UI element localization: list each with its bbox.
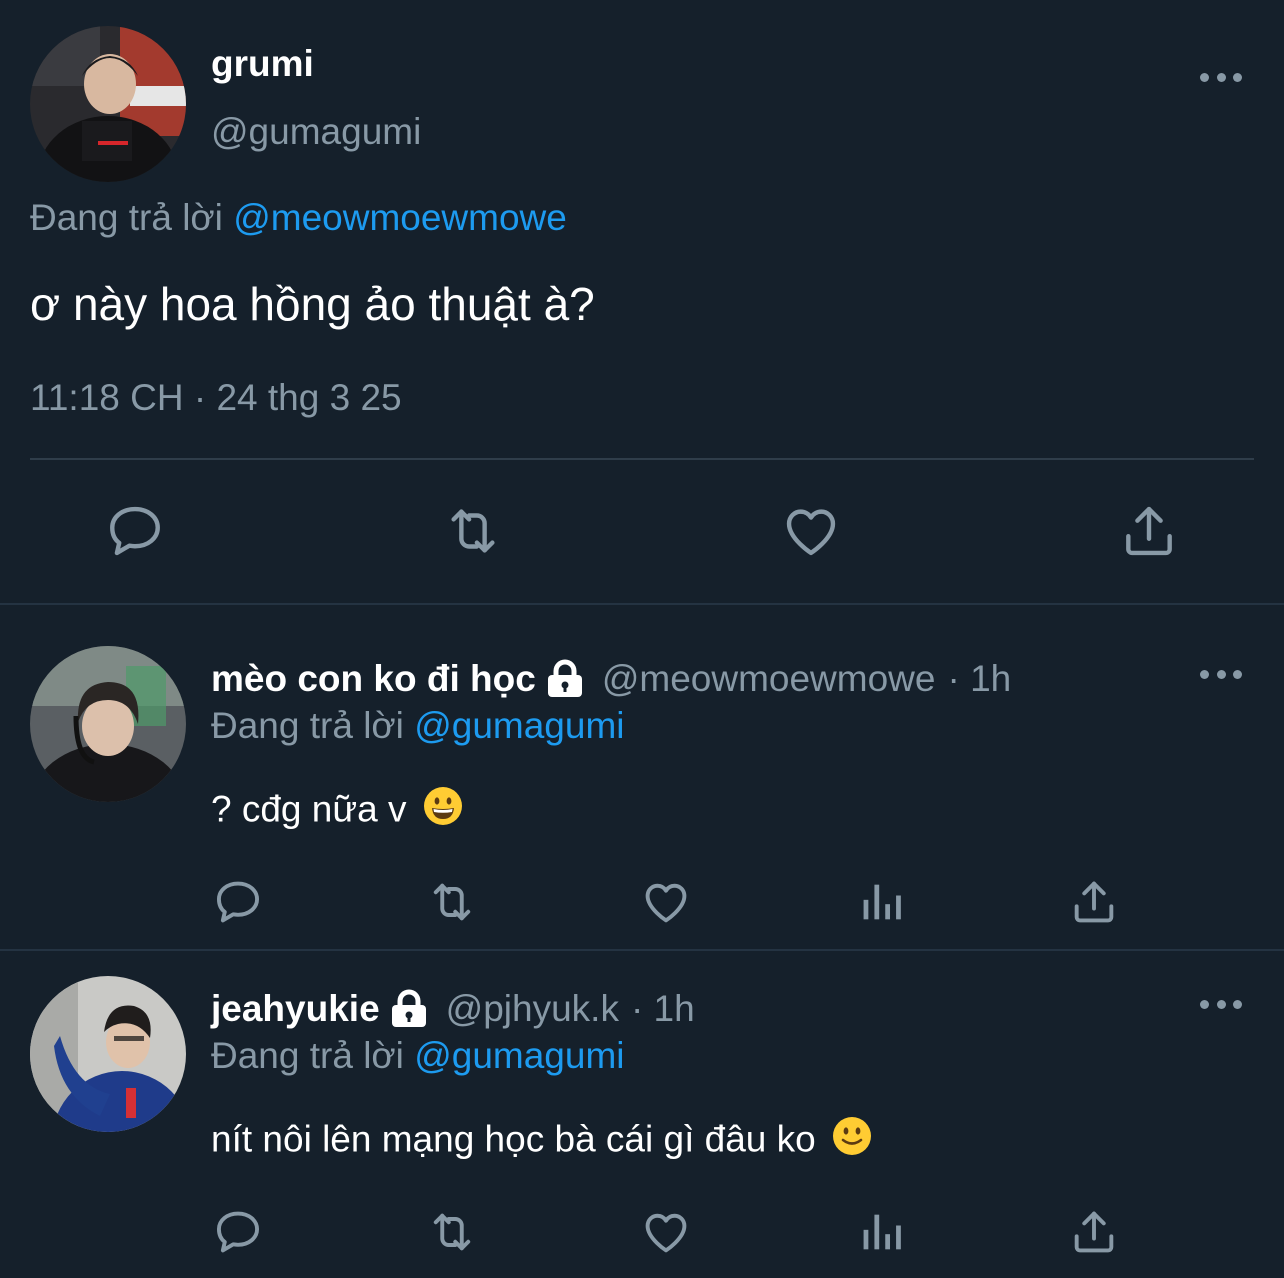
reply-header: mèo con ko đi học @meowmoewmowe · 1h [211, 655, 1011, 703]
like-icon[interactable] [640, 1206, 692, 1258]
mention-link[interactable]: @gumagumi [414, 705, 624, 746]
replying-to-line: Đang trả lời @gumagumi [211, 703, 625, 749]
lock-icon [544, 659, 586, 699]
lock-icon [388, 989, 430, 1029]
time-ago[interactable]: · 1h [947, 658, 1011, 700]
reply-text-line: ? cđg nữa v [211, 786, 463, 837]
display-name[interactable]: jeahyukie [211, 988, 380, 1030]
action-divider [30, 458, 1254, 460]
handle[interactable]: @meowmoewmowe [602, 658, 936, 700]
slightly-smiling-face-emoji [832, 1116, 872, 1167]
replying-to-line: Đang trả lời @gumagumi [211, 1033, 625, 1079]
more-options-icon[interactable] [1200, 667, 1242, 681]
reply-icon[interactable] [104, 500, 166, 562]
reply-icon[interactable] [212, 1206, 264, 1258]
share-icon[interactable] [1068, 876, 1120, 928]
share-icon[interactable] [1068, 1206, 1120, 1258]
mention-link[interactable]: @gumagumi [414, 1035, 624, 1076]
handle[interactable]: @gumagumi [211, 110, 421, 154]
display-name[interactable]: grumi [211, 42, 314, 86]
tweet-divider [0, 603, 1284, 605]
replying-to-line: Đang trả lời @meowmoewmowe [30, 196, 567, 240]
retweet-icon[interactable] [424, 876, 480, 928]
replying-label: Đang trả lời [211, 1035, 404, 1076]
like-icon[interactable] [780, 500, 842, 562]
reply-text-line: nít nôi lên mạng học bà cái gì đâu ko [211, 1116, 872, 1167]
avatar[interactable] [30, 646, 186, 802]
reply-header: jeahyukie @pjhyuk.k · 1h [211, 985, 695, 1033]
reply-text: ? cđg nữa v [211, 788, 407, 830]
more-options-icon[interactable] [1200, 70, 1242, 84]
share-icon[interactable] [1118, 500, 1180, 562]
avatar[interactable] [30, 26, 186, 182]
avatar[interactable] [30, 976, 186, 1132]
grinning-face-emoji [423, 786, 463, 837]
timestamp[interactable]: 11:18 CH · 24 thg 3 25 [30, 376, 402, 420]
reply-text: nít nôi lên mạng học bà cái gì đâu ko [211, 1118, 816, 1160]
reply-icon[interactable] [212, 876, 264, 928]
more-options-icon[interactable] [1200, 997, 1242, 1011]
replying-label: Đang trả lời [30, 197, 223, 238]
analytics-icon[interactable] [856, 1206, 908, 1258]
retweet-icon[interactable] [424, 1206, 480, 1258]
retweet-icon[interactable] [440, 500, 506, 562]
analytics-icon[interactable] [856, 876, 908, 928]
tweet-divider [0, 949, 1284, 951]
tweet-text: ơ này hoa hồng ảo thuật à? [30, 278, 595, 330]
replying-label: Đang trả lời [211, 705, 404, 746]
like-icon[interactable] [640, 876, 692, 928]
time-ago[interactable]: · 1h [631, 988, 695, 1030]
mention-link[interactable]: @meowmoewmowe [233, 197, 567, 238]
display-name[interactable]: mèo con ko đi học [211, 658, 536, 700]
handle[interactable]: @pjhyuk.k [446, 988, 619, 1030]
